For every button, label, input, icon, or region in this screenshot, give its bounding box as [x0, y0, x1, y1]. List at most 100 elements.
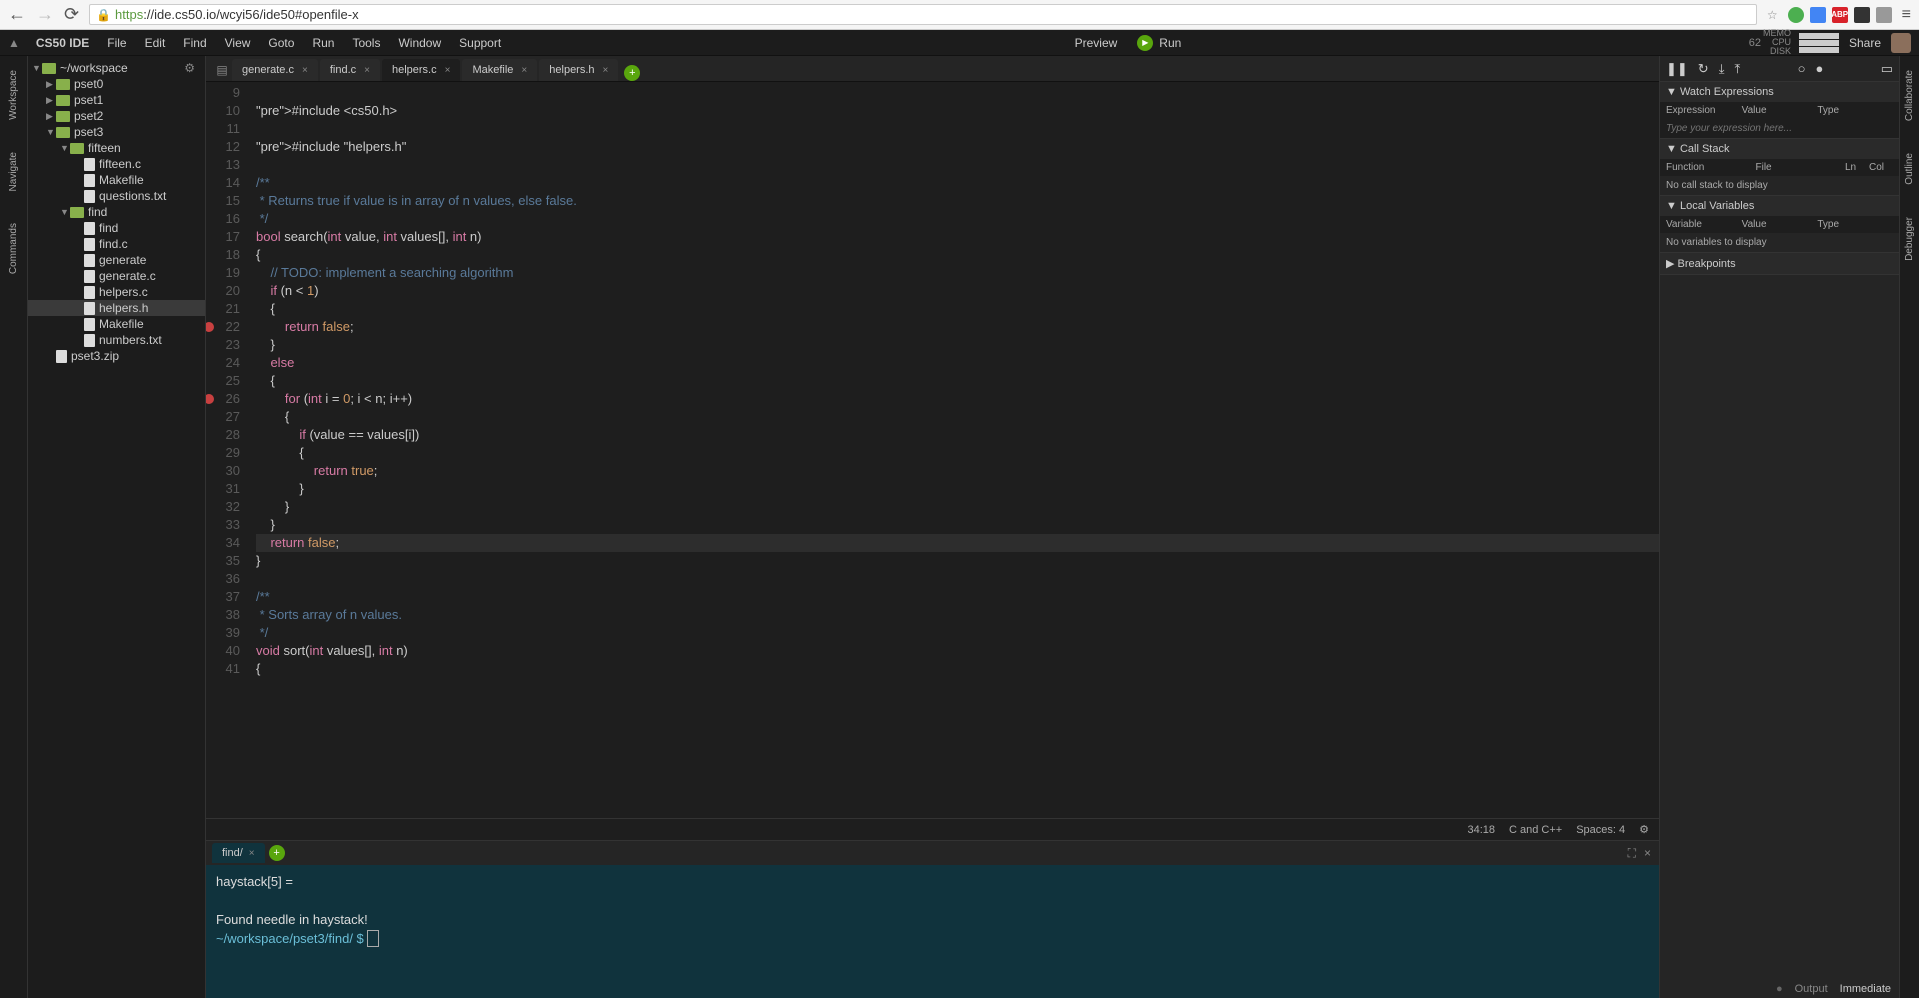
line-number[interactable]: 39 — [206, 624, 240, 642]
circle-icon[interactable]: ○ — [1798, 61, 1806, 76]
line-number[interactable]: 12 — [206, 138, 240, 156]
line-number[interactable]: 26 — [206, 390, 240, 408]
code-line[interactable]: { — [256, 660, 1659, 678]
code-editor[interactable]: 9101112131415161718192021222324252627282… — [206, 82, 1659, 818]
close-icon[interactable]: × — [249, 848, 255, 859]
url-bar[interactable]: 🔒 https://ide.cs50.io/wcyi56/ide50#openf… — [89, 4, 1757, 25]
pause-icon[interactable]: ❚❚ — [1666, 61, 1688, 77]
line-number[interactable]: 10 — [206, 102, 240, 120]
maximize-icon[interactable]: ⛶ — [1628, 846, 1636, 861]
reload-button[interactable]: ⟳ — [64, 4, 79, 25]
code-line[interactable]: * Returns true if value is in array of n… — [256, 192, 1659, 210]
step-over-icon[interactable]: ↻ — [1698, 61, 1709, 77]
close-icon[interactable]: × — [445, 65, 451, 76]
terminal-body[interactable]: haystack[5] = Found needle in haystack! … — [206, 865, 1659, 998]
code-line[interactable]: } — [256, 480, 1659, 498]
code-line[interactable] — [256, 570, 1659, 588]
line-number[interactable]: 40 — [206, 642, 240, 660]
code-line[interactable]: } — [256, 516, 1659, 534]
tree-item[interactable]: questions.txt — [28, 188, 205, 204]
line-number[interactable]: 15 — [206, 192, 240, 210]
indent-mode[interactable]: Spaces: 4 — [1576, 824, 1625, 836]
line-number[interactable]: 19 — [206, 264, 240, 282]
tree-item[interactable]: ▼find — [28, 204, 205, 220]
callstack-header[interactable]: ▼ Call Stack — [1660, 139, 1899, 159]
menu-window[interactable]: Window — [390, 34, 449, 52]
tree-item[interactable]: ▼fifteen — [28, 140, 205, 156]
code-line[interactable]: { — [256, 408, 1659, 426]
code-line[interactable] — [256, 84, 1659, 102]
tree-item[interactable]: helpers.c — [28, 284, 205, 300]
line-number[interactable]: 27 — [206, 408, 240, 426]
gutter[interactable]: 9101112131415161718192021222324252627282… — [206, 82, 248, 818]
breakpoint-marker[interactable] — [206, 322, 214, 332]
code-line[interactable]: return false; — [256, 318, 1659, 336]
line-number[interactable]: 37 — [206, 588, 240, 606]
code-line[interactable]: "pre">#include <cs50.h> — [256, 102, 1659, 120]
line-number[interactable]: 17 — [206, 228, 240, 246]
tree-item[interactable]: generate — [28, 252, 205, 268]
tab-list-icon[interactable]: ▤ — [212, 59, 232, 81]
forward-button[interactable]: → — [36, 4, 54, 25]
line-number[interactable]: 22 — [206, 318, 240, 336]
output-tab[interactable]: Output — [1795, 983, 1828, 995]
code-content[interactable]: "pre">#include <cs50.h> "pre">#include "… — [248, 82, 1659, 818]
settings-gear-icon[interactable]: ⚙ — [1639, 823, 1649, 836]
tree-item[interactable]: Makefile — [28, 316, 205, 332]
menu-find[interactable]: Find — [175, 34, 214, 52]
tree-item[interactable]: ▶pset0 — [28, 76, 205, 92]
editor-tab[interactable]: Makefile× — [462, 59, 537, 81]
tree-item[interactable]: ▼pset3 — [28, 124, 205, 140]
run-button[interactable]: ▶ Run — [1127, 33, 1191, 53]
line-number[interactable]: 16 — [206, 210, 240, 228]
breakpoints-header[interactable]: ▶ Breakpoints — [1660, 253, 1899, 274]
line-number[interactable]: 36 — [206, 570, 240, 588]
line-number[interactable]: 14 — [206, 174, 240, 192]
step-out-icon[interactable]: ⤒ — [1734, 61, 1740, 77]
line-number[interactable]: 30 — [206, 462, 240, 480]
code-line[interactable]: } — [256, 498, 1659, 516]
menu-icon[interactable]: ≡ — [1902, 6, 1911, 24]
line-number[interactable]: 28 — [206, 426, 240, 444]
tree-item[interactable]: ▶pset2 — [28, 108, 205, 124]
menu-edit[interactable]: Edit — [137, 34, 174, 52]
tree-item[interactable]: pset3.zip — [28, 348, 205, 364]
tree-item[interactable]: find — [28, 220, 205, 236]
close-icon[interactable]: × — [603, 65, 609, 76]
close-panel-icon[interactable]: × — [1644, 846, 1651, 861]
cloud9-icon[interactable]: ▲ — [8, 36, 20, 50]
code-line[interactable]: { — [256, 444, 1659, 462]
tree-root[interactable]: ▼ ~/workspace ⚙ — [28, 60, 205, 76]
line-number[interactable]: 13 — [206, 156, 240, 174]
close-icon[interactable]: × — [302, 65, 308, 76]
rail-workspace[interactable]: Workspace — [8, 64, 19, 126]
locals-header[interactable]: ▼ Local Variables — [1660, 196, 1899, 216]
line-number[interactable]: 24 — [206, 354, 240, 372]
code-line[interactable]: else — [256, 354, 1659, 372]
code-line[interactable] — [256, 120, 1659, 138]
rail-collaborate[interactable]: Collaborate — [1904, 64, 1915, 127]
menu-support[interactable]: Support — [451, 34, 509, 52]
line-number[interactable]: 35 — [206, 552, 240, 570]
brand-menu[interactable]: CS50 IDE — [28, 34, 97, 52]
close-icon[interactable]: × — [364, 65, 370, 76]
code-line[interactable]: { — [256, 246, 1659, 264]
line-number[interactable]: 11 — [206, 120, 240, 138]
tree-item[interactable]: fifteen.c — [28, 156, 205, 172]
tree-item[interactable]: Makefile — [28, 172, 205, 188]
line-number[interactable]: 41 — [206, 660, 240, 678]
tree-item[interactable]: find.c — [28, 236, 205, 252]
line-number[interactable]: 23 — [206, 336, 240, 354]
line-number[interactable]: 25 — [206, 372, 240, 390]
tree-item[interactable]: numbers.txt — [28, 332, 205, 348]
breakpoint-marker[interactable] — [206, 394, 214, 404]
code-line[interactable]: } — [256, 552, 1659, 570]
rail-navigate[interactable]: Navigate — [8, 146, 19, 197]
panel-icon[interactable]: ▭ — [1881, 61, 1893, 77]
code-line[interactable]: if (value == values[i]) — [256, 426, 1659, 444]
step-into-icon[interactable]: ⤓ — [1719, 61, 1725, 77]
code-line[interactable]: void sort(int values[], int n) — [256, 642, 1659, 660]
code-line[interactable]: */ — [256, 624, 1659, 642]
code-line[interactable]: { — [256, 372, 1659, 390]
line-number[interactable]: 21 — [206, 300, 240, 318]
